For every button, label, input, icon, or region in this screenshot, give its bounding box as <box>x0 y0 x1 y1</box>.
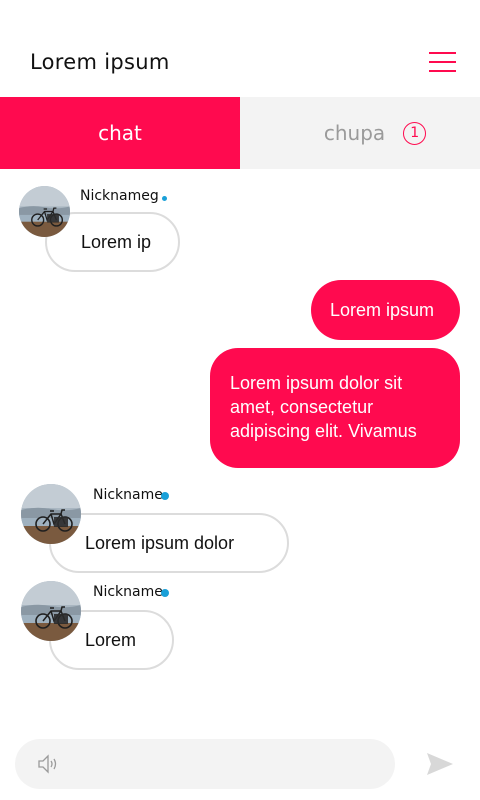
menu-bar <box>429 61 456 63</box>
menu-bar <box>429 70 456 72</box>
avatar-image <box>21 581 81 641</box>
tab-chat-label: chat <box>98 121 142 145</box>
nickname-label: Nicknameg <box>80 188 159 204</box>
tab-chupa-label: chupa <box>323 121 386 145</box>
message-text: Lorem ip <box>81 231 152 252</box>
send-icon[interactable] <box>426 752 454 776</box>
outgoing-message-bubble[interactable]: Lorem ipsum <box>311 280 460 340</box>
tab-chat[interactable]: chat <box>0 97 240 169</box>
avatar[interactable] <box>19 186 70 237</box>
online-status-dot <box>161 589 169 597</box>
tab-chupa[interactable]: chupa 1 <box>240 97 480 169</box>
app-title: Lorem ipsum <box>30 50 170 74</box>
avatar-image <box>21 484 81 544</box>
online-status-dot <box>162 196 167 201</box>
speaker-icon[interactable] <box>37 753 63 775</box>
message-text: Lorem ipsum dolor sit amet, consectetur … <box>230 373 417 441</box>
outgoing-message-bubble[interactable]: Lorem ipsum dolor sit amet, consectetur … <box>210 348 460 468</box>
message-text: Lorem ipsum dolor <box>85 532 235 553</box>
avatar[interactable] <box>21 484 81 544</box>
app-header: Lorem ipsum <box>0 0 480 97</box>
avatar-image <box>19 186 70 237</box>
incoming-message-bubble[interactable]: Lorem ipsum dolor <box>49 513 289 573</box>
hamburger-menu-icon[interactable] <box>429 52 456 74</box>
message-text: Lorem <box>85 629 137 650</box>
menu-bar <box>429 52 456 54</box>
tab-bar: chat chupa 1 <box>0 97 480 169</box>
avatar[interactable] <box>21 581 81 641</box>
nickname-label: Nickname <box>93 584 163 600</box>
unread-count-badge: 1 <box>403 121 427 145</box>
online-status-dot <box>161 492 169 500</box>
nickname-label: Nickname <box>93 487 163 503</box>
message-input[interactable] <box>15 739 395 789</box>
message-text: Lorem ipsum <box>330 299 435 320</box>
